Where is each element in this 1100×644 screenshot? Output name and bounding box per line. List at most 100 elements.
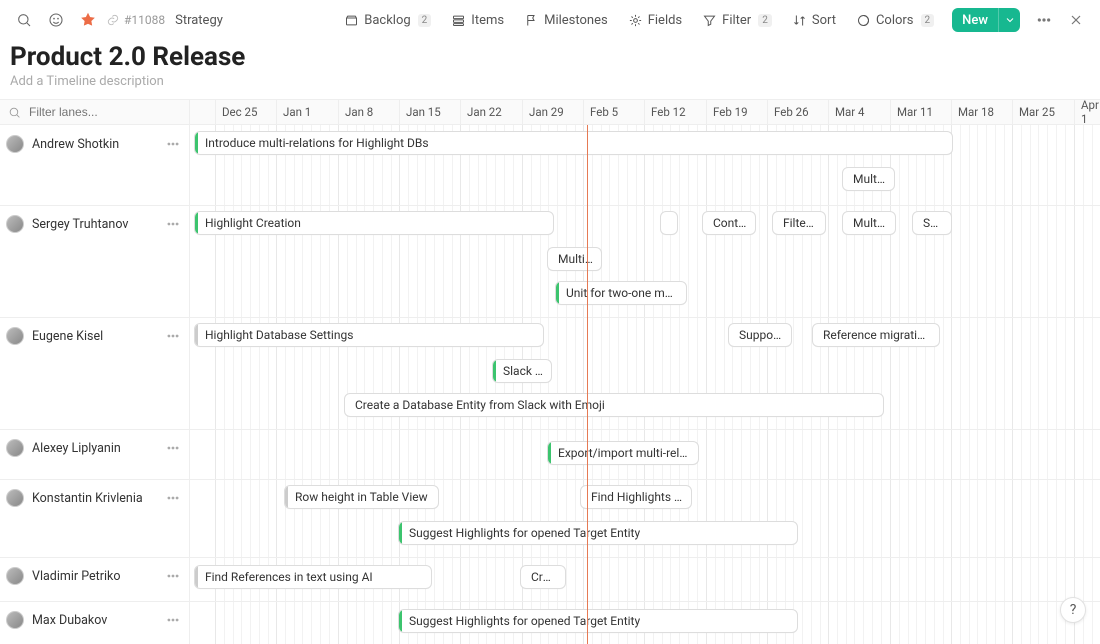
milestones-button[interactable]: Milestones bbox=[516, 6, 616, 34]
chevron-down-icon[interactable] bbox=[998, 8, 1020, 32]
status-stripe bbox=[556, 282, 559, 304]
lane-name: Konstantin Krivlenia bbox=[32, 491, 154, 506]
lane-filter-input[interactable] bbox=[27, 104, 167, 120]
timeline-bar[interactable]: Export/import multi-relati... bbox=[547, 441, 699, 465]
timeline-bar[interactable]: Multi-... bbox=[547, 247, 602, 271]
date-axis: Dec 25Jan 1Jan 8Jan 15Jan 22Jan 29Feb 5F… bbox=[190, 100, 1100, 124]
lane-name: Alexey Liplyanin bbox=[32, 441, 154, 456]
lane-filter[interactable] bbox=[0, 100, 190, 124]
timeline-bar[interactable]: Multi-... bbox=[842, 167, 895, 191]
avatar bbox=[6, 439, 24, 457]
date-label: Feb 26 bbox=[767, 100, 809, 124]
backlog-count: 2 bbox=[418, 14, 432, 27]
lane-header[interactable]: Alexey Liplyanin bbox=[0, 429, 190, 459]
lane-header[interactable]: Konstantin Krivlenia bbox=[0, 479, 190, 509]
lane-name: Eugene Kisel bbox=[32, 329, 154, 344]
lane-header[interactable]: Eugene Kisel bbox=[0, 317, 190, 347]
page-title[interactable]: Product 2.0 Release bbox=[10, 42, 1090, 72]
help-button[interactable]: ? bbox=[1060, 597, 1086, 623]
bar-label: Multi-... bbox=[853, 172, 886, 186]
more-icon[interactable] bbox=[162, 325, 184, 347]
backlog-button[interactable]: Backlog 2 bbox=[336, 6, 439, 34]
close-icon[interactable] bbox=[1062, 6, 1090, 34]
star-icon[interactable] bbox=[74, 6, 102, 34]
description-placeholder[interactable]: Add a Timeline description bbox=[10, 74, 1090, 89]
filter-button[interactable]: Filter 2 bbox=[694, 6, 780, 34]
more-icon[interactable] bbox=[162, 213, 184, 235]
bar-label: Reference migration... bbox=[823, 328, 931, 342]
timeline-bar[interactable]: Create a Database Entity from Slack with… bbox=[344, 393, 884, 417]
bar-label: Su... bbox=[923, 216, 943, 230]
status-stripe bbox=[195, 324, 198, 346]
date-label: Feb 5 bbox=[583, 100, 618, 124]
more-icon[interactable] bbox=[162, 133, 184, 155]
fields-label: Fields bbox=[648, 13, 682, 28]
avatar bbox=[6, 327, 24, 345]
entity-link[interactable]: #11088 bbox=[106, 13, 165, 27]
search-icon[interactable] bbox=[10, 6, 38, 34]
date-label: Jan 15 bbox=[399, 100, 441, 124]
avatar bbox=[6, 611, 24, 629]
bar-label: Conte... bbox=[713, 216, 747, 230]
lane-header[interactable]: Vladimir Petriko bbox=[0, 557, 190, 587]
board-name[interactable]: Strategy bbox=[175, 13, 223, 28]
date-label: Dec 25 bbox=[215, 100, 257, 124]
avatar bbox=[6, 489, 24, 507]
bar-label: Highlight Database Settings bbox=[205, 328, 353, 342]
more-icon[interactable] bbox=[1030, 6, 1058, 34]
status-stripe bbox=[195, 212, 198, 234]
date-label: Jan 29 bbox=[522, 100, 564, 124]
timeline-bar[interactable]: Slack in... bbox=[492, 359, 552, 383]
timeline-bar[interactable]: Reference migration... bbox=[812, 323, 940, 347]
timeline-bar[interactable]: Introduce multi-relations for Highlight … bbox=[194, 131, 953, 155]
timeline-bar[interactable]: Suggest Highlights for opened Target Ent… bbox=[398, 609, 798, 633]
bar-label: Introduce multi-relations for Highlight … bbox=[205, 136, 429, 150]
bar-label: Row height in Table View bbox=[295, 490, 428, 504]
emoji-icon[interactable] bbox=[42, 6, 70, 34]
lane-header[interactable]: Sergey Truhtanov bbox=[0, 205, 190, 235]
lane-name: Vladimir Petriko bbox=[32, 569, 154, 584]
bar-label: Suggest Highlights for opened Target Ent… bbox=[409, 526, 640, 540]
milestones-label: Milestones bbox=[544, 13, 608, 28]
timeline-bar[interactable]: T bbox=[660, 211, 678, 235]
timeline-bar[interactable]: Conte... bbox=[702, 211, 756, 235]
timeline-bar[interactable]: Creat... bbox=[520, 565, 566, 589]
avatar bbox=[6, 135, 24, 153]
filter-count: 2 bbox=[758, 14, 772, 27]
timeline-bar[interactable]: Highlight Creation bbox=[194, 211, 554, 235]
timeline-bar[interactable]: Find References in text using AI bbox=[194, 565, 432, 589]
timeline-bar[interactable]: Unit for two-one multi... bbox=[555, 281, 687, 305]
chart-column[interactable]: Introduce multi-relations for Highlight … bbox=[190, 125, 1100, 644]
more-icon[interactable] bbox=[162, 609, 184, 631]
bar-label: Slack in... bbox=[503, 364, 543, 378]
status-stripe bbox=[195, 566, 198, 588]
lane-header[interactable]: Max Dubakov bbox=[0, 601, 190, 631]
more-icon[interactable] bbox=[162, 487, 184, 509]
timeline-bar[interactable]: Suggest Highlights for opened Target Ent… bbox=[398, 521, 798, 545]
timeline-bar[interactable]: Row height in Table View bbox=[284, 485, 439, 509]
sort-button[interactable]: Sort bbox=[784, 6, 844, 34]
backlog-label: Backlog bbox=[364, 13, 410, 28]
timeline-body: Andrew Shotkin Sergey Truhtanov Eugene K… bbox=[0, 125, 1100, 644]
more-icon[interactable] bbox=[162, 437, 184, 459]
timeline-bar[interactable]: Find Highlights in ... bbox=[580, 485, 692, 509]
items-button[interactable]: Items bbox=[443, 6, 512, 34]
lane-name: Max Dubakov bbox=[32, 613, 154, 628]
timeline-bar[interactable]: Multi-... bbox=[842, 211, 896, 235]
timeline-bar[interactable]: Filter ... bbox=[772, 211, 826, 235]
fields-button[interactable]: Fields bbox=[620, 6, 690, 34]
timeline-bar[interactable]: Highlight Database Settings bbox=[194, 323, 544, 347]
status-stripe bbox=[285, 486, 288, 508]
today-marker bbox=[587, 125, 588, 644]
lane-name: Andrew Shotkin bbox=[32, 137, 154, 152]
more-icon[interactable] bbox=[162, 565, 184, 587]
timeline-bar[interactable]: Su... bbox=[912, 211, 952, 235]
lane-header[interactable]: Andrew Shotkin bbox=[0, 125, 190, 155]
colors-button[interactable]: Colors 2 bbox=[848, 6, 942, 34]
bar-label: Creat... bbox=[531, 570, 557, 584]
avatar bbox=[6, 215, 24, 233]
bar-label: Multi-... bbox=[853, 216, 887, 230]
bar-label: Filter ... bbox=[783, 216, 817, 230]
timeline-bar[interactable]: Support... bbox=[728, 323, 792, 347]
new-button[interactable]: New bbox=[952, 8, 1020, 32]
